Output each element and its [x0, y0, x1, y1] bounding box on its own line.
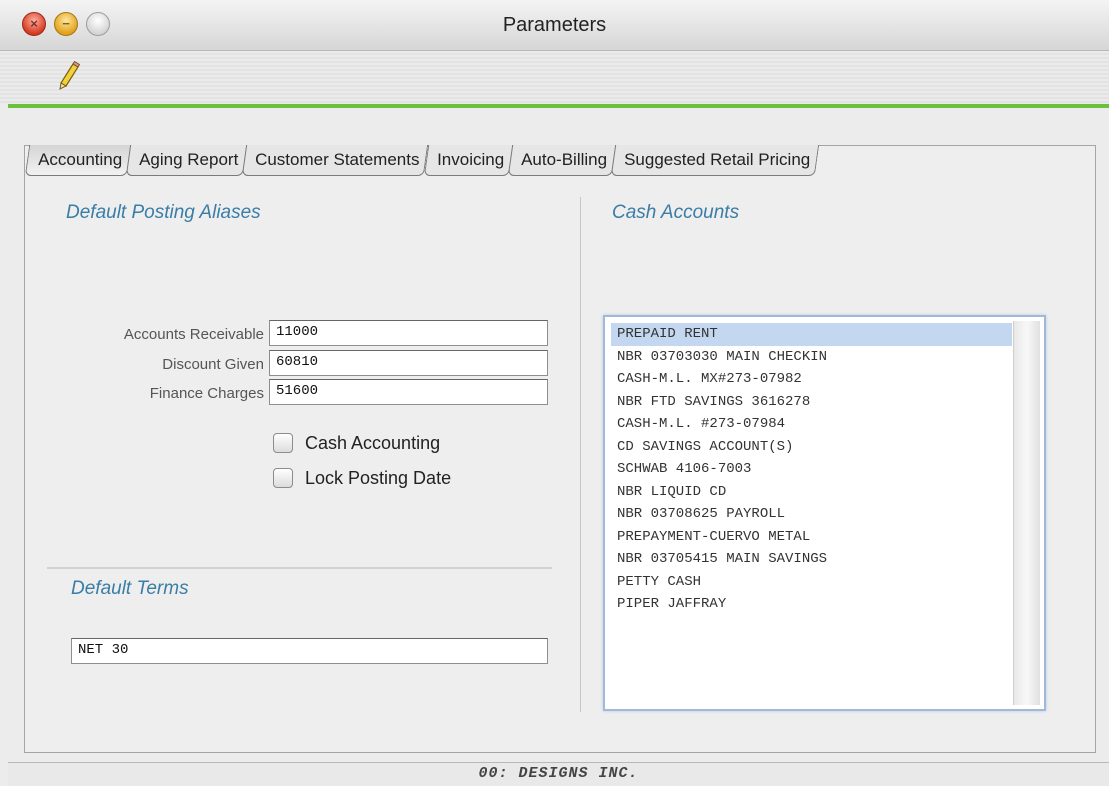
- accounts-receivable-field[interactable]: 11000: [269, 320, 548, 346]
- finance-charges-label: Finance Charges: [149, 385, 264, 402]
- discount-given-field[interactable]: 60810: [269, 350, 548, 376]
- list-item[interactable]: PIPER JAFFRAY: [611, 593, 1012, 616]
- lock-posting-date-label: Lock Posting Date: [305, 467, 452, 488]
- list-item[interactable]: SCHWAB 4106-7003: [611, 458, 1012, 481]
- tab-aging-report[interactable]: Aging Report: [125, 145, 248, 176]
- list-item[interactable]: CD SAVINGS ACCOUNT(S): [611, 436, 1012, 459]
- tab-accounting[interactable]: Accounting: [24, 145, 132, 176]
- list-item[interactable]: NBR FTD SAVINGS 3616278: [611, 391, 1012, 414]
- list-item[interactable]: CASH-M.L. #273-07984: [611, 413, 1012, 436]
- tab-suggested-retail-pricing[interactable]: Suggested Retail Pricing: [610, 145, 820, 176]
- status-text: 00: DESIGNS INC.: [478, 765, 639, 782]
- finance-charges-field[interactable]: 51600: [269, 379, 548, 405]
- toolbar-separator: [8, 104, 1109, 108]
- cash-accounts-heading: Cash Accounts: [612, 202, 740, 223]
- list-item[interactable]: NBR 03705415 MAIN SAVINGS: [611, 548, 1012, 571]
- tab-label: Customer Statements: [255, 150, 420, 169]
- cash-accounting-row: Cash Accounting: [273, 430, 440, 456]
- status-bar: 00: DESIGNS INC.: [8, 762, 1109, 786]
- default-terms-heading: Default Terms: [71, 578, 189, 599]
- lock-posting-date-checkbox[interactable]: [273, 468, 293, 488]
- title-bar: × − Parameters: [0, 0, 1109, 51]
- tab-label: Suggested Retail Pricing: [623, 150, 811, 169]
- accounts-receivable-label: Accounts Receivable: [123, 326, 264, 343]
- tab-label: Invoicing: [436, 150, 504, 169]
- cash-accounts-list[interactable]: PREPAID RENT NBR 03703030 MAIN CHECKIN C…: [603, 315, 1046, 711]
- list-item[interactable]: NBR 03703030 MAIN CHECKIN: [611, 346, 1012, 369]
- discount-given-label: Discount Given: [162, 356, 264, 373]
- toolbar: [0, 51, 1109, 105]
- section-divider: [47, 567, 552, 569]
- list-item[interactable]: PETTY CASH: [611, 571, 1012, 594]
- cash-accounting-label: Cash Accounting: [305, 432, 441, 453]
- list-item[interactable]: PREPAYMENT-CUERVO METAL: [611, 526, 1012, 549]
- tab-bar: Accounting Aging Report Customer Stateme…: [24, 145, 820, 179]
- list-item[interactable]: NBR 03708625 PAYROLL: [611, 503, 1012, 526]
- cash-accounting-checkbox[interactable]: [273, 433, 293, 453]
- posting-aliases-heading: Default Posting Aliases: [66, 202, 261, 223]
- pencil-icon[interactable]: [56, 61, 82, 91]
- tab-label: Aging Report: [139, 150, 239, 169]
- column-divider: [580, 197, 581, 712]
- tab-customer-statements[interactable]: Customer Statements: [242, 145, 429, 176]
- tab-invoicing[interactable]: Invoicing: [423, 145, 514, 176]
- lock-posting-date-row: Lock Posting Date: [273, 465, 451, 491]
- list-item[interactable]: CASH-M.L. MX#273-07982: [611, 368, 1012, 391]
- default-terms-field[interactable]: NET 30: [71, 638, 548, 664]
- tab-auto-billing[interactable]: Auto-Billing: [507, 145, 617, 176]
- list-item[interactable]: PREPAID RENT: [611, 323, 1012, 346]
- window-title: Parameters: [502, 14, 607, 36]
- cash-accounts-items: PREPAID RENT NBR 03703030 MAIN CHECKIN C…: [611, 323, 1012, 703]
- list-scrollbar[interactable]: [1013, 321, 1040, 705]
- tab-label: Accounting: [38, 150, 123, 169]
- list-item[interactable]: NBR LIQUID CD: [611, 481, 1012, 504]
- tab-label: Auto-Billing: [520, 150, 607, 169]
